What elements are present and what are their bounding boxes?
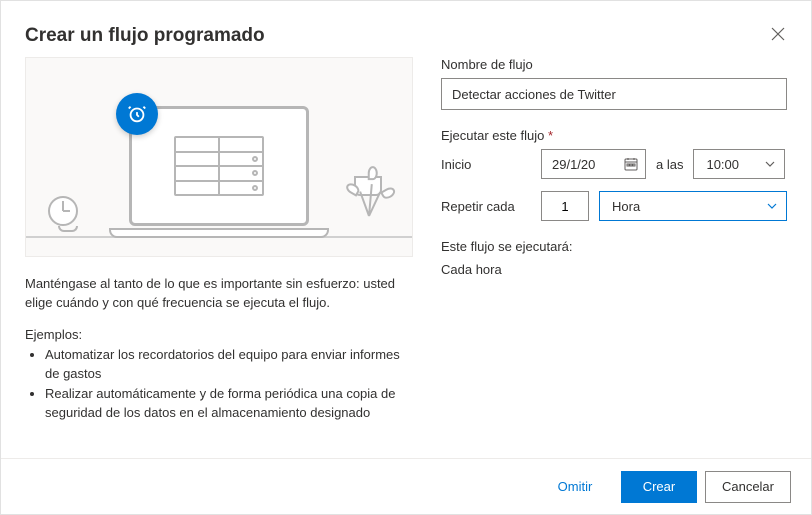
alarm-clock-icon (116, 93, 158, 135)
clock-icon (48, 196, 88, 236)
skip-button[interactable]: Omitir (537, 471, 613, 503)
start-date-value: 29/1/20 (552, 157, 595, 172)
run-section-label: Ejecutar este flujo * (441, 128, 787, 143)
repeat-unit-value: Hora (612, 199, 640, 214)
examples-heading: Ejemplos: (25, 327, 413, 342)
flow-name-label: Nombre de flujo (441, 57, 787, 72)
cancel-button[interactable]: Cancelar (705, 471, 791, 503)
example-item: Realizar automáticamente y de forma peri… (45, 385, 413, 423)
summary-label: Este flujo se ejecutará: (441, 239, 787, 254)
dialog-footer: Omitir Crear Cancelar (1, 458, 811, 514)
create-button[interactable]: Crear (621, 471, 697, 503)
required-marker: * (548, 128, 553, 143)
start-label: Inicio (441, 157, 531, 172)
run-section-label-text: Ejecutar este flujo (441, 128, 544, 143)
summary-value: Cada hora (441, 262, 787, 277)
repeat-count-input[interactable] (541, 191, 589, 221)
description-text: Manténgase al tanto de lo que es importa… (25, 275, 413, 313)
close-icon (771, 27, 785, 41)
illustration (25, 57, 413, 257)
start-date-picker[interactable]: 29/1/20 (541, 149, 646, 179)
chevron-down-icon (766, 200, 778, 212)
calendar-icon (623, 156, 639, 172)
laptop-icon (119, 106, 319, 256)
example-item: Automatizar los recordatorios del equipo… (45, 346, 413, 384)
start-time-select[interactable]: 10:00 (693, 149, 785, 179)
chevron-down-icon (764, 158, 776, 170)
at-label: a las (656, 157, 683, 172)
examples-list: Automatizar los recordatorios del equipo… (25, 346, 413, 423)
plant-icon (346, 176, 390, 236)
start-time-value: 10:00 (706, 157, 739, 172)
repeat-unit-select[interactable]: Hora (599, 191, 787, 221)
repeat-label: Repetir cada (441, 199, 531, 214)
flow-name-input[interactable] (441, 78, 787, 110)
dialog-title: Crear un flujo programado (25, 25, 265, 47)
close-button[interactable] (769, 25, 787, 43)
